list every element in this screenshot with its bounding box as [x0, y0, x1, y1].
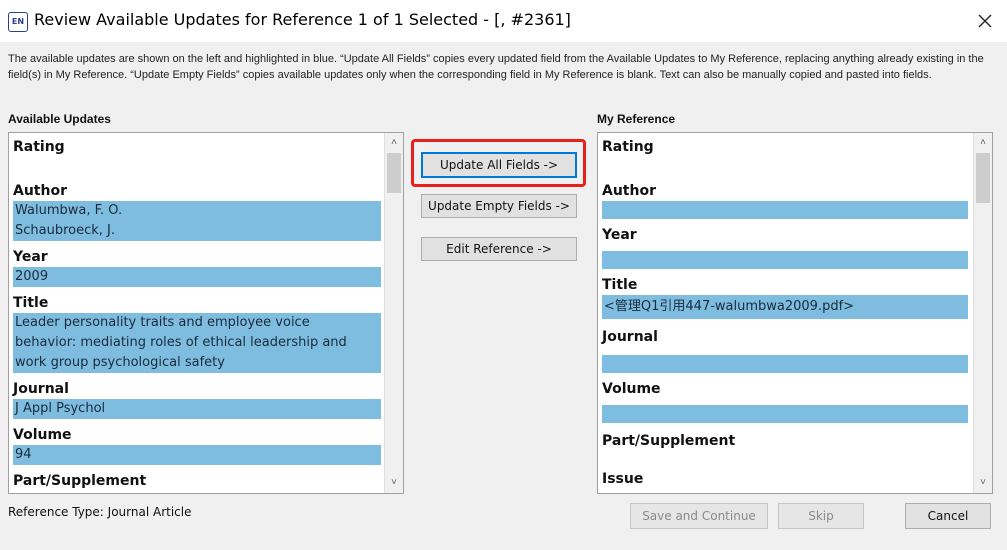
chevron-up-icon[interactable]: ˄ [385, 135, 403, 151]
cancel-button[interactable]: Cancel [905, 503, 991, 529]
field-label-year: Year [602, 227, 637, 243]
title-line: behavior: mediating roles of ethical lea… [15, 335, 347, 350]
my-reference-label: My Reference [597, 112, 676, 126]
close-icon [978, 14, 992, 28]
field-label-part-supplement: Part/Supplement [602, 433, 736, 449]
close-button[interactable] [963, 0, 1007, 42]
field-label-part-supplement: Part/Supplement [13, 473, 147, 489]
my-journal-value[interactable] [602, 355, 968, 373]
chevron-up-icon[interactable]: ˄ [974, 135, 992, 151]
my-reference-panel[interactable]: Rating Author Year Title <管理Q1引用447-walu… [597, 132, 993, 494]
scroll-thumb[interactable] [387, 153, 401, 193]
skip-button[interactable]: Skip [778, 503, 864, 529]
save-and-continue-button[interactable]: Save and Continue [630, 503, 768, 529]
scroll-thumb[interactable] [976, 153, 990, 203]
field-label-volume: Volume [13, 427, 72, 443]
title-line: work group psychological safety [15, 355, 225, 370]
field-label-rating: Rating [13, 139, 65, 155]
author-line: Walumbwa, F. O. [15, 203, 123, 218]
field-label-year: Year [13, 249, 48, 265]
available-author-value[interactable]: Walumbwa, F. O. Schaubroeck, J. [13, 201, 381, 241]
title-line: Leader personality traits and employee v… [15, 315, 310, 330]
field-label-title: Title [13, 295, 49, 311]
my-volume-value[interactable] [602, 405, 968, 423]
available-year-value[interactable]: 2009 [13, 267, 381, 287]
author-line: Schaubroeck, J. [15, 223, 116, 238]
available-scrollbar[interactable]: ˄ ˅ [384, 133, 403, 493]
available-updates-panel[interactable]: Rating Author Walumbwa, F. O. Schaubroec… [8, 132, 404, 494]
my-author-value[interactable] [602, 201, 968, 219]
field-label-author: Author [602, 183, 656, 199]
chevron-down-icon[interactable]: ˅ [385, 475, 403, 491]
my-rating-field[interactable]: Rating [602, 137, 968, 177]
available-title-value[interactable]: Leader personality traits and employee v… [13, 313, 381, 373]
title-bar: EN Review Available Updates for Referenc… [0, 0, 1007, 42]
window-title: Review Available Updates for Reference 1… [34, 10, 571, 29]
available-rating-field[interactable]: Rating [13, 137, 381, 177]
field-label-journal: Journal [13, 381, 69, 397]
available-volume-value[interactable]: 94 [13, 445, 381, 465]
update-empty-fields-button[interactable]: Update Empty Fields -> [421, 194, 577, 218]
instructions-text: The available updates are shown on the l… [8, 53, 984, 81]
annotation-highlight-box [411, 139, 586, 187]
edit-reference-button[interactable]: Edit Reference -> [421, 237, 577, 261]
field-label-title: Title [602, 277, 638, 293]
endnote-app-icon: EN [8, 12, 28, 32]
chevron-down-icon[interactable]: ˅ [974, 475, 992, 491]
field-label-issue: Issue [602, 471, 644, 487]
field-label-volume: Volume [602, 381, 661, 397]
my-title-value[interactable]: <管理Q1引用447-walumbwa2009.pdf> [602, 295, 968, 319]
available-journal-value[interactable]: J Appl Psychol [13, 399, 381, 419]
available-updates-label: Available Updates [8, 112, 111, 126]
my-reference-scrollbar[interactable]: ˄ ˅ [973, 133, 992, 493]
field-label-journal: Journal [602, 329, 658, 345]
reference-type-label: Reference Type: Journal Article [8, 505, 192, 519]
field-label-rating: Rating [602, 139, 654, 155]
field-label-author: Author [13, 183, 67, 199]
my-year-value[interactable] [602, 251, 968, 269]
